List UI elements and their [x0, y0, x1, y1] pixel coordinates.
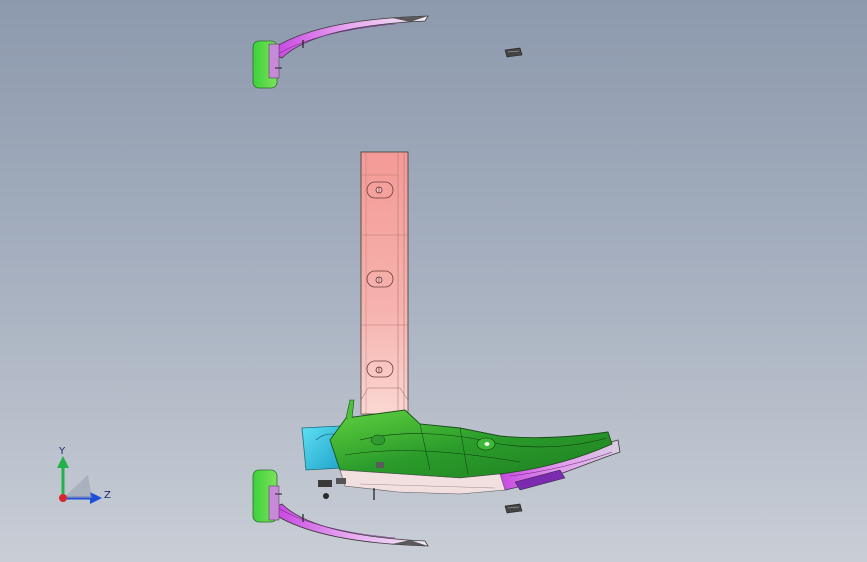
z-axis-label: Z	[104, 490, 111, 501]
y-axis-label: Y	[58, 446, 66, 457]
model-scene[interactable]: Y Z	[0, 0, 867, 562]
lower-trim-assembly[interactable]	[301, 399, 621, 500]
top-bracket-part[interactable]	[252, 15, 429, 89]
pillar-trim-part[interactable]	[360, 151, 409, 415]
cad-graphics-viewport[interactable]: Y Z	[0, 0, 867, 562]
triad-origin	[59, 494, 67, 502]
small-clip-part-bottom[interactable]	[504, 503, 523, 514]
small-clip-part-top[interactable]	[504, 47, 523, 58]
orientation-triad: Y Z	[57, 446, 111, 504]
